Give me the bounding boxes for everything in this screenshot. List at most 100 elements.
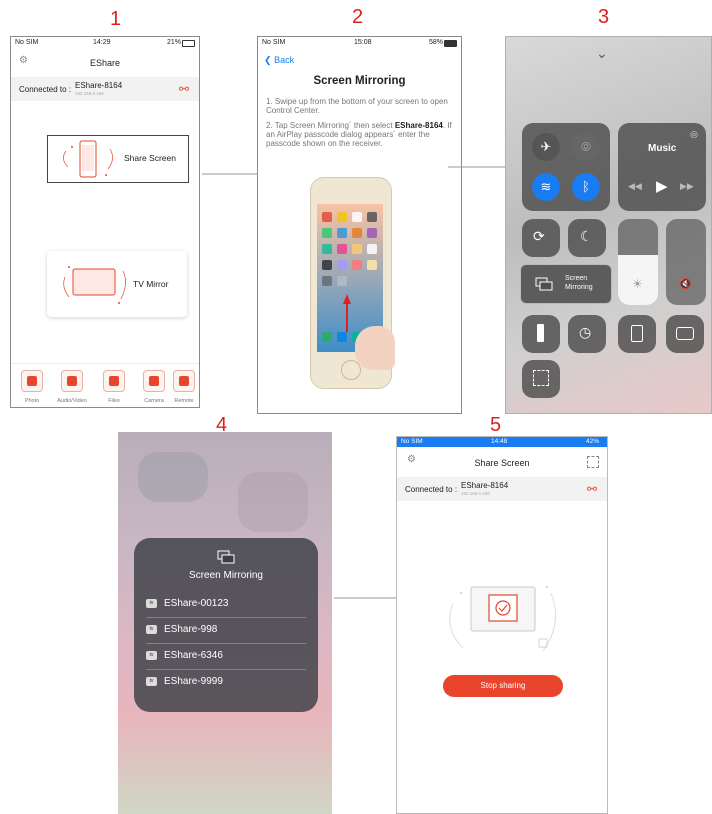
do-not-disturb-button[interactable]: ☾: [568, 219, 606, 257]
phone-illustration: [310, 177, 395, 389]
screen-3-control-center: ⌄ ✈ ⦾ ≋ ᛒ ◎ Music ◀◀ ▶ ▶▶ ⟳ ☾ ☀ 🔇 Screen…: [505, 36, 712, 414]
music-tile[interactable]: ◎ Music ◀◀ ▶ ▶▶: [618, 123, 706, 211]
device-row-eshare-9999[interactable]: tv EShare-9999: [146, 670, 306, 690]
step-number-1: 1: [110, 8, 122, 30]
qr-scan-icon[interactable]: [587, 456, 599, 468]
device-name: EShare-998: [164, 624, 218, 635]
photo-icon: [21, 370, 43, 392]
status-time: 14:48: [491, 438, 508, 445]
tab-camera[interactable]: Camera: [139, 370, 169, 404]
tab-photo[interactable]: Photo: [17, 370, 47, 404]
status-carrier: No SIM: [262, 39, 286, 46]
volume-slider[interactable]: 🔇: [666, 219, 706, 305]
stop-sharing-button[interactable]: Stop sharing: [443, 675, 563, 697]
tab-remote[interactable]: Remote: [169, 370, 199, 404]
tab-files-label: Files: [108, 398, 120, 404]
app-title: EShare: [89, 58, 121, 68]
calculator-button[interactable]: [618, 315, 656, 353]
cellular-data-button[interactable]: ⦾: [572, 133, 600, 161]
instruction-1: 1. Swipe up from the bottom of your scre…: [266, 97, 448, 115]
airplane-mode-button[interactable]: ✈: [532, 133, 560, 161]
screen-mirroring-button[interactable]: Screen Mirroring: [520, 264, 612, 304]
device-row-eshare-6346[interactable]: tv EShare-6346: [146, 644, 306, 670]
status-bar: No SIM 14:29 21%: [11, 37, 199, 49]
sharing-illustration: [449, 586, 556, 652]
instruction-2-device: EShare-8164: [394, 121, 443, 130]
step-number-5: 5: [490, 414, 502, 436]
status-bar: No SIM 14:48 42%: [397, 437, 607, 447]
film-icon: [61, 370, 83, 392]
device-name: EShare-6346: [164, 650, 223, 661]
brightness-slider[interactable]: ☀: [618, 219, 658, 305]
connected-device-name: EShare-8164: [461, 481, 509, 490]
play-icon[interactable]: ▶: [656, 177, 668, 195]
music-label: Music: [648, 143, 677, 154]
tv-mirror-label: TV Mirror: [133, 279, 169, 289]
timer-icon: ◷: [579, 324, 592, 340]
camera-button[interactable]: [666, 315, 704, 353]
status-carrier: No SIM: [401, 438, 423, 445]
share-screen-label: Share Screen: [124, 153, 176, 163]
rotation-lock-button[interactable]: ⟳: [522, 219, 560, 257]
flashlight-button[interactable]: [522, 315, 560, 353]
disconnect-icon[interactable]: ⚯: [179, 82, 189, 96]
page-indicator: [354, 403, 367, 414]
chevron-down-icon[interactable]: ⌄: [596, 45, 608, 62]
page-title: Screen Mirroring: [313, 75, 406, 87]
connected-device-ip: 192.168.0.166: [461, 491, 490, 496]
folder-icon: [103, 370, 125, 392]
status-time: 14:29: [93, 39, 111, 46]
screen-mirroring-icon: [535, 277, 553, 291]
phone-share-icon: [63, 140, 113, 178]
remote-icon: [173, 370, 195, 392]
connected-label: Connected to :: [19, 85, 72, 94]
tab-photo-label: Photo: [24, 398, 40, 404]
moon-icon: ☾: [580, 228, 593, 244]
calculator-icon: [631, 325, 643, 342]
device-row-eshare-998[interactable]: tv EShare-998: [146, 618, 306, 644]
apple-tv-icon: tv: [146, 651, 157, 660]
connectivity-tile: ✈ ⦾ ≋ ᛒ: [522, 123, 610, 211]
tv-mirror-card[interactable]: TV Mirror: [47, 251, 187, 317]
status-bar: No SIM 15:08 58%: [258, 37, 461, 49]
wifi-button[interactable]: ≋: [532, 173, 560, 201]
tab-audio-video[interactable]: Audio/Video: [57, 370, 87, 404]
screen-4-device-picker: Screen Mirroring tv EShare-00123 tv ESha…: [118, 432, 332, 814]
fast-forward-icon[interactable]: ▶▶: [680, 181, 694, 192]
tab-files[interactable]: Files: [99, 370, 129, 404]
screen-5-sharing: No SIM 14:48 42% ⚙ Share Screen Connecte…: [396, 436, 608, 814]
bluetooth-button[interactable]: ᛒ: [572, 173, 600, 201]
screen-mirroring-icon: [217, 550, 235, 564]
dialog-title: Screen Mirroring: [189, 570, 263, 581]
camera-icon: [676, 327, 694, 340]
back-button[interactable]: ❮ Back: [264, 55, 294, 66]
airplay-icon[interactable]: ◎: [690, 129, 698, 140]
qr-scanner-button[interactable]: [522, 360, 560, 398]
apple-tv-icon: tv: [146, 625, 157, 634]
page-dot-active: [354, 413, 357, 414]
device-row-eshare-00123[interactable]: tv EShare-00123: [146, 592, 306, 618]
tab-audio-video-label: Audio/Video: [57, 398, 87, 404]
step-number-2: 2: [352, 6, 364, 28]
status-carrier: No SIM: [15, 39, 39, 46]
status-battery: 42%: [585, 438, 599, 445]
battery-icon: [182, 40, 195, 47]
camera-icon: [143, 370, 165, 392]
rotation-lock-icon: ⟳: [533, 228, 545, 244]
stop-sharing-label: Stop sharing: [480, 681, 526, 690]
battery-icon: [444, 40, 457, 47]
tab-remote-label: Remote: [174, 398, 194, 404]
page-dot: [364, 413, 367, 414]
chevron-left-icon: ❮: [264, 55, 272, 65]
connected-label: Connected to :: [405, 485, 458, 494]
timer-button[interactable]: ◷: [568, 315, 606, 353]
rewind-icon[interactable]: ◀◀: [628, 181, 642, 192]
connected-device-name: EShare-8164: [75, 81, 123, 90]
tab-camera-label: Camera: [144, 398, 164, 404]
disconnect-icon[interactable]: ⚯: [587, 482, 597, 496]
screen-1-eshare-home: No SIM 14:29 21% ⚙ EShare Connected to :…: [10, 36, 200, 408]
instruction-2-prefix: 2. Tap Screen Mirroring´ then select: [266, 121, 393, 130]
status-battery: 58%: [428, 39, 443, 46]
blurred-background-blob: [138, 452, 208, 502]
share-screen-card[interactable]: Share Screen: [47, 135, 189, 183]
